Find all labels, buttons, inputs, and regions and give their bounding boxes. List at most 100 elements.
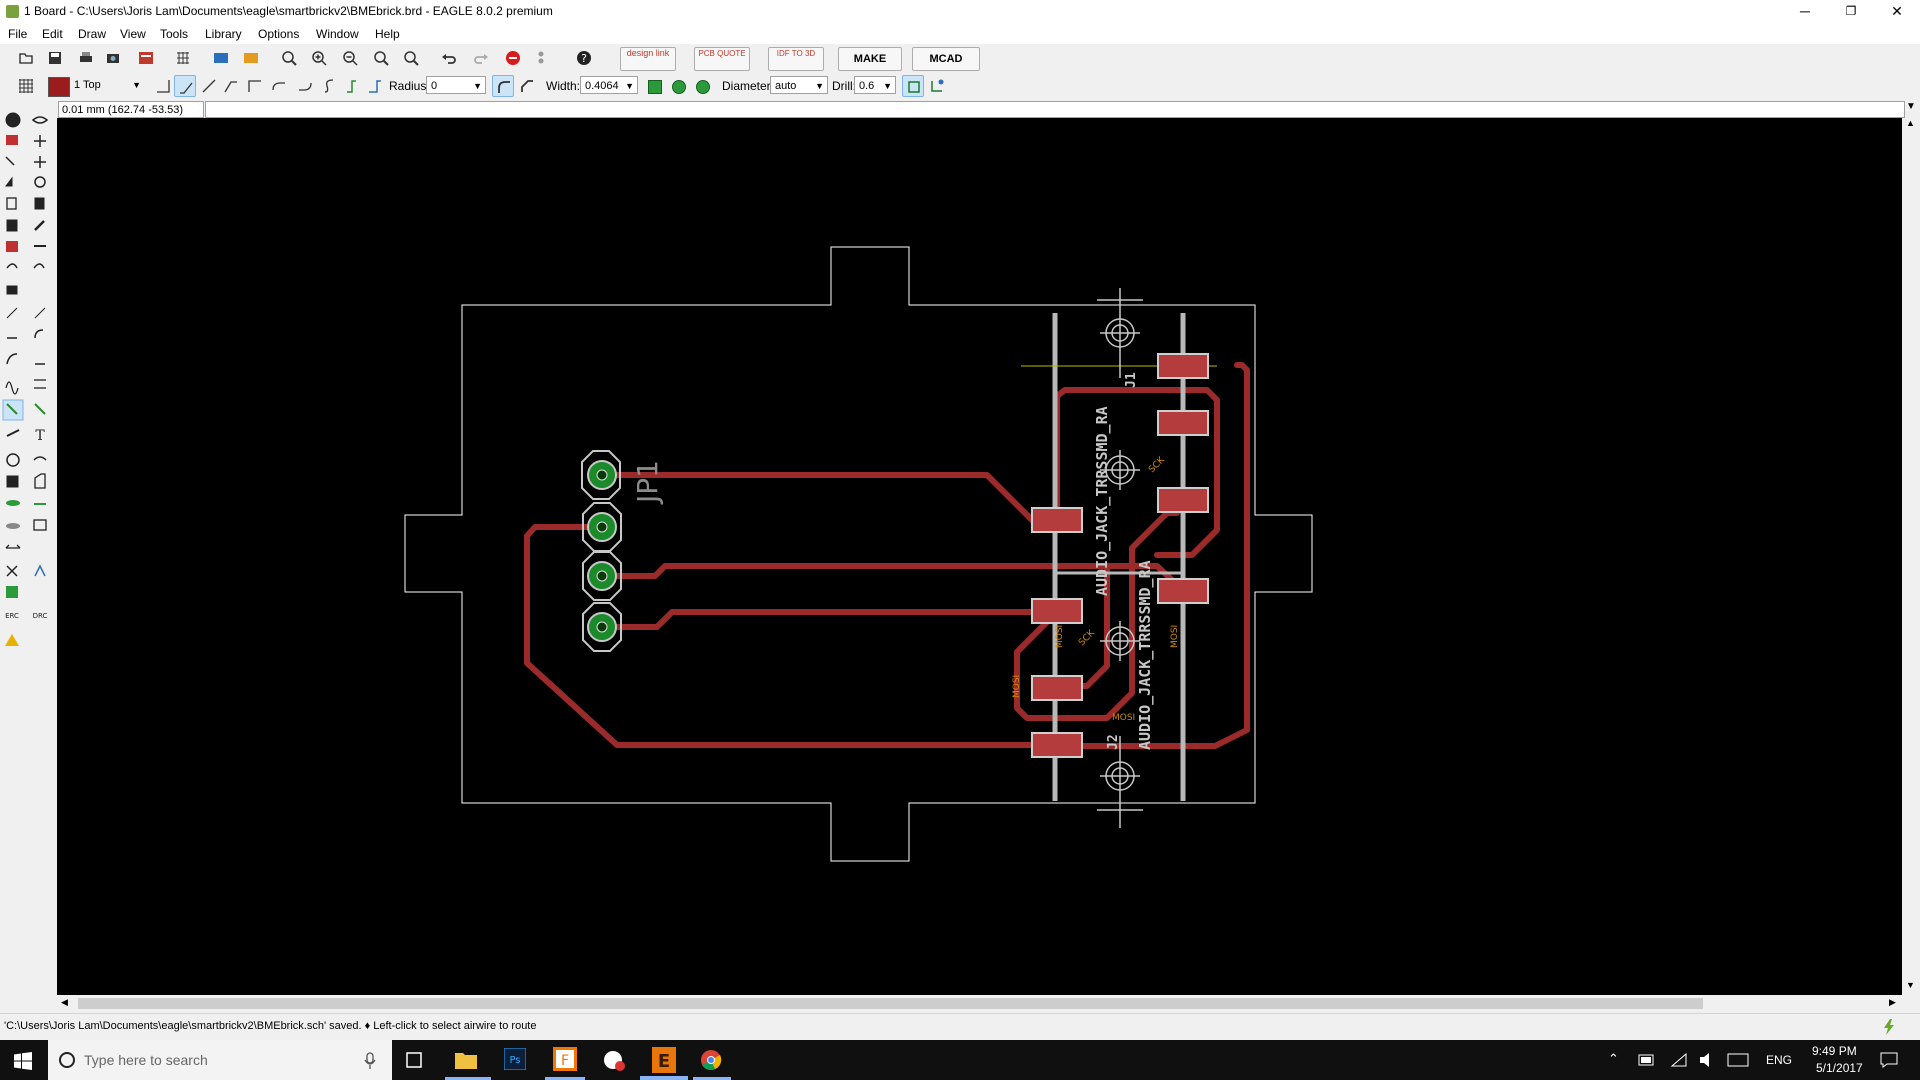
meander-icon[interactable] (5, 379, 46, 395)
design-link-button[interactable]: design link (620, 47, 676, 71)
scroll-right-icon[interactable]: ▶ (1889, 997, 1896, 1008)
dimension-icon[interactable] (5, 544, 21, 549)
wire-bend-90b-button[interactable] (244, 75, 266, 97)
mirror-icon[interactable] (5, 176, 13, 187)
zoom-select-button[interactable] (400, 47, 422, 69)
add-icon[interactable] (6, 241, 18, 252)
lightning-icon[interactable] (1882, 1019, 1896, 1035)
redo-button[interactable] (470, 47, 492, 69)
make-button[interactable]: MAKE (838, 47, 902, 71)
horizontal-scroll-thumb[interactable] (78, 998, 1703, 1009)
miter-icon[interactable] (6, 353, 45, 365)
wire-bend-follow-button[interactable] (342, 75, 364, 97)
undo-button[interactable] (438, 47, 460, 69)
menu-window[interactable]: Window (316, 27, 359, 41)
rotate-icon[interactable] (34, 176, 46, 188)
ulp-button[interactable] (240, 47, 262, 69)
optimize-icon[interactable] (6, 586, 18, 598)
keyboard-icon[interactable] (1727, 1053, 1749, 1067)
smash-icon[interactable] (6, 307, 46, 319)
erc-icon[interactable]: ERC (5, 612, 19, 620)
polygon-icon[interactable] (34, 473, 46, 489)
clock-date[interactable]: 5/1/2017 (1816, 1061, 1863, 1075)
zoom-in-button[interactable] (308, 47, 330, 69)
lock-swap-icon[interactable] (33, 263, 45, 269)
menu-library[interactable]: Library (205, 27, 242, 41)
drill-select[interactable]: 0.6 ▼ (854, 76, 896, 94)
text-icon[interactable]: T (35, 428, 45, 444)
circle-icon[interactable] (6, 453, 20, 467)
volume-icon[interactable] (1698, 1052, 1716, 1068)
gimp-icon[interactable] (602, 1048, 626, 1072)
go-button[interactable] (530, 47, 552, 69)
arc-icon[interactable] (33, 456, 47, 461)
menu-options[interactable]: Options (258, 27, 299, 41)
save-button[interactable] (44, 47, 66, 69)
menu-draw[interactable]: Draw (78, 27, 106, 41)
layer-select[interactable]: 1 Top ▼ (70, 76, 144, 94)
move-icon[interactable] (34, 156, 46, 168)
file-explorer-icon[interactable] (454, 1050, 478, 1070)
help-button[interactable]: ? (573, 47, 595, 69)
wire-bend-45-button[interactable] (174, 75, 196, 97)
ratsnest-icon[interactable] (6, 565, 18, 577)
language-indicator[interactable]: ENG (1766, 1053, 1792, 1067)
show-icon[interactable] (31, 116, 49, 124)
via-octagon-icon[interactable] (696, 80, 710, 94)
via-icon[interactable] (6, 500, 20, 506)
print-button[interactable] (75, 47, 97, 69)
info-icon[interactable] (5, 112, 21, 128)
close-button[interactable]: ✕ (1874, 0, 1920, 24)
menu-view[interactable]: View (120, 27, 146, 41)
vertical-scrollbar[interactable]: ▲ ▼ (1903, 118, 1920, 995)
menu-file[interactable]: File (8, 27, 27, 41)
photoshop-icon[interactable]: Ps (504, 1048, 526, 1070)
minimize-button[interactable]: ─ (1782, 0, 1828, 24)
wire-bend-free-button[interactable] (318, 75, 340, 97)
command-line-input[interactable] (205, 101, 1905, 118)
zoom-fit-button[interactable] (278, 47, 300, 69)
wire-bend-45b-button[interactable] (220, 75, 242, 97)
microphone-icon[interactable] (364, 1052, 376, 1070)
copy-icon[interactable] (6, 197, 17, 210)
swap-icon[interactable] (6, 263, 18, 269)
eagle-taskbar-icon[interactable]: E (652, 1047, 676, 1073)
wire-bend-arcb-button[interactable] (294, 75, 316, 97)
open-button[interactable] (15, 47, 37, 69)
schematic-button[interactable] (135, 47, 157, 69)
straight-miter-button[interactable] (516, 75, 538, 97)
scroll-up-icon[interactable]: ▲ (1906, 118, 1915, 128)
attribute-icon[interactable] (33, 519, 47, 531)
radius-select[interactable]: 0 ▼ (426, 76, 486, 94)
windows-start-icon[interactable] (14, 1052, 32, 1070)
notification-icon[interactable] (1880, 1052, 1898, 1068)
delete-icon[interactable] (6, 219, 18, 232)
width-select[interactable]: 0.4064 ▼ (580, 76, 638, 94)
loop-remove-button[interactable] (926, 75, 948, 97)
select-icon[interactable] (5, 156, 15, 166)
mcad-button[interactable]: MCAD (912, 47, 980, 71)
lock-icon[interactable] (6, 285, 18, 295)
wire-bend-straight-button[interactable] (198, 75, 220, 97)
menu-help[interactable]: Help (375, 27, 400, 41)
board-grid-button[interactable] (172, 47, 194, 69)
errors-warning-icon[interactable] (5, 634, 19, 646)
grid-button[interactable] (15, 75, 37, 97)
drc-icon[interactable]: DRC (33, 612, 48, 620)
idf-to-3d-button[interactable]: IDF TO 3D (768, 47, 824, 71)
scroll-down-icon[interactable]: ▼ (1906, 980, 1915, 990)
task-view-icon[interactable] (404, 1051, 424, 1069)
auto-via-button[interactable] (902, 75, 924, 97)
cam-button[interactable] (102, 47, 124, 69)
hole-icon[interactable] (6, 523, 20, 529)
scroll-left-icon[interactable]: ◀ (61, 997, 68, 1008)
wire-bend-90-button[interactable] (152, 75, 174, 97)
wrench-icon[interactable] (34, 220, 45, 231)
via-square-icon[interactable] (648, 80, 662, 94)
wifi-icon[interactable] (1670, 1052, 1688, 1068)
zoom-out-button[interactable] (339, 47, 361, 69)
battery-icon[interactable] (1638, 1054, 1656, 1066)
rect-icon[interactable] (6, 475, 19, 488)
menu-tools[interactable]: Tools (160, 27, 188, 41)
taskbar-search-box[interactable]: Type here to search (48, 1040, 392, 1080)
